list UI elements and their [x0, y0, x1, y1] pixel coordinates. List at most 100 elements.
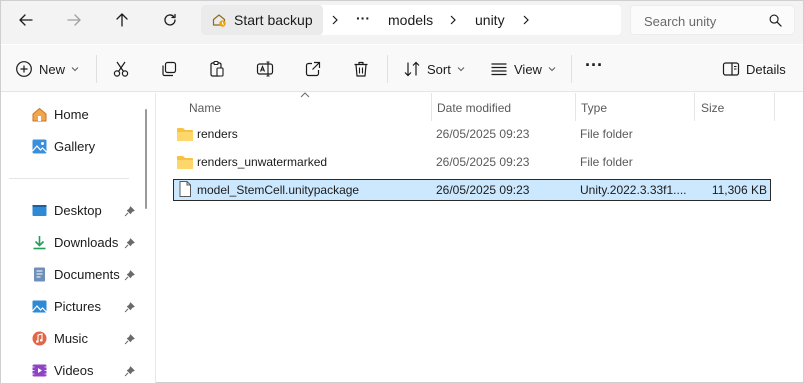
- forward-button[interactable]: [61, 7, 87, 33]
- file-type: File folder: [580, 127, 633, 141]
- pin-icon[interactable]: [124, 238, 135, 249]
- column-header-name[interactable]: Name: [189, 97, 221, 119]
- sidebar-item-documents[interactable]: Documents: [31, 263, 120, 285]
- more-options-button[interactable]: ···: [585, 53, 603, 77]
- sidebar-divider: [9, 178, 129, 179]
- sort-label: Sort: [427, 61, 451, 77]
- file-list: Name Date modified Type Size renders 26/…: [156, 92, 803, 383]
- sidebar-item-downloads[interactable]: Downloads: [31, 231, 118, 253]
- sidebar-item-label: Pictures: [54, 298, 101, 314]
- sidebar-item-label: Videos: [54, 362, 94, 378]
- scissors-icon: [113, 61, 129, 77]
- breadcrumb-ellipsis[interactable]: ···: [356, 10, 370, 26]
- delete-button[interactable]: [352, 57, 370, 81]
- plus-circle-icon: [16, 61, 32, 77]
- sidebar-item-home[interactable]: Home: [31, 103, 89, 125]
- chevron-down-icon: [548, 67, 556, 72]
- pin-icon[interactable]: [124, 206, 135, 217]
- view-button[interactable]: View: [490, 57, 556, 81]
- home-icon: [32, 107, 47, 121]
- cut-button[interactable]: [112, 57, 130, 81]
- search-icon: [769, 14, 782, 27]
- address-row: Start backup ··· models unity: [1, 1, 803, 44]
- documents-icon: [34, 267, 45, 281]
- arrow-up-icon: [116, 13, 128, 27]
- more-options-icon: ···: [585, 54, 603, 75]
- file-row-renders-unwatermarked[interactable]: renders_unwatermarked 26/05/2025 09:23 F…: [173, 152, 771, 174]
- chevron-right-icon: [450, 15, 456, 25]
- file-date: 26/05/2025 09:23: [436, 155, 530, 169]
- breadcrumb-models[interactable]: models: [388, 12, 433, 28]
- column-divider[interactable]: [694, 93, 695, 121]
- share-button[interactable]: [304, 57, 322, 81]
- arrow-right-icon: [67, 14, 81, 26]
- new-button[interactable]: New: [15, 57, 79, 81]
- view-label: View: [514, 61, 542, 77]
- sidebar-item-label: Documents: [54, 266, 120, 282]
- gallery-icon: [32, 139, 47, 153]
- sidebar-item-label: Music: [54, 330, 88, 346]
- pictures-icon: [32, 300, 47, 312]
- file-row-renders[interactable]: renders 26/05/2025 09:23 File folder: [173, 124, 771, 146]
- breadcrumb-home[interactable]: Start backup: [201, 5, 323, 35]
- sidebar-item-gallery[interactable]: Gallery: [31, 135, 95, 157]
- column-divider[interactable]: [431, 93, 432, 121]
- share-icon: [305, 61, 321, 77]
- back-button[interactable]: [13, 7, 39, 33]
- file-date: 26/05/2025 09:23: [436, 127, 530, 141]
- pin-icon[interactable]: [124, 302, 135, 313]
- sidebar-item-desktop[interactable]: Desktop: [31, 199, 102, 221]
- home-backup-icon: [212, 14, 226, 27]
- file-date: 26/05/2025 09:23: [436, 183, 530, 197]
- file-name: renders: [197, 127, 238, 141]
- file-type: File folder: [580, 155, 633, 169]
- new-label: New: [39, 61, 66, 77]
- sidebar-item-label: Gallery: [54, 138, 96, 154]
- toolbar-separator: [387, 55, 388, 83]
- sort-button[interactable]: Sort: [403, 57, 465, 81]
- file-name: model_StemCell.unitypackage: [197, 183, 360, 197]
- view-list-icon: [491, 63, 507, 76]
- sidebar-item-label: Home: [54, 106, 89, 122]
- desktop-icon: [32, 204, 47, 216]
- sort-ascending-icon: [300, 92, 310, 98]
- refresh-button[interactable]: [157, 7, 183, 33]
- column-header-date[interactable]: Date modified: [437, 97, 511, 119]
- column-divider[interactable]: [575, 93, 576, 121]
- column-header-size[interactable]: Size: [701, 97, 724, 119]
- navigation-pane: Home Gallery Desktop Downloads Documents…: [1, 93, 156, 383]
- breadcrumb-unity[interactable]: unity: [475, 12, 505, 28]
- column-header-type[interactable]: Type: [581, 97, 607, 119]
- sidebar-item-videos[interactable]: Videos: [31, 359, 94, 381]
- copy-button[interactable]: [160, 57, 178, 81]
- file-explorer-window: Start backup ··· models unity New: [0, 0, 804, 383]
- search-box[interactable]: [630, 5, 795, 35]
- address-bar[interactable]: Start backup ··· models unity: [201, 5, 621, 35]
- details-pane-icon: [722, 62, 740, 76]
- chevron-down-icon: [457, 67, 465, 72]
- sidebar-item-pictures[interactable]: Pictures: [31, 295, 101, 317]
- rename-button[interactable]: [256, 57, 274, 81]
- sidebar-item-music[interactable]: Music: [31, 327, 88, 349]
- videos-icon: [32, 364, 47, 376]
- clipboard-icon: [210, 60, 224, 77]
- file-row-model-stemcell[interactable]: model_StemCell.unitypackage 26/05/2025 0…: [173, 179, 771, 201]
- search-input[interactable]: [644, 12, 774, 30]
- refresh-icon: [164, 13, 176, 26]
- pin-icon[interactable]: [124, 366, 135, 377]
- file-icon: [179, 181, 191, 197]
- sidebar-scrollbar[interactable]: [145, 109, 147, 209]
- copy-icon: [162, 61, 177, 77]
- music-icon: [32, 331, 47, 345]
- chevron-right-icon[interactable]: [521, 15, 531, 25]
- details-button[interactable]: Details: [722, 57, 786, 81]
- column-divider[interactable]: [774, 93, 775, 121]
- chevron-down-icon: [71, 67, 79, 72]
- up-button[interactable]: [109, 7, 135, 33]
- pin-icon[interactable]: [124, 270, 135, 281]
- paste-button[interactable]: [208, 57, 226, 81]
- pin-icon[interactable]: [124, 334, 135, 345]
- rename-icon: [256, 61, 274, 77]
- trash-icon: [354, 61, 368, 77]
- file-name: renders_unwatermarked: [197, 155, 328, 169]
